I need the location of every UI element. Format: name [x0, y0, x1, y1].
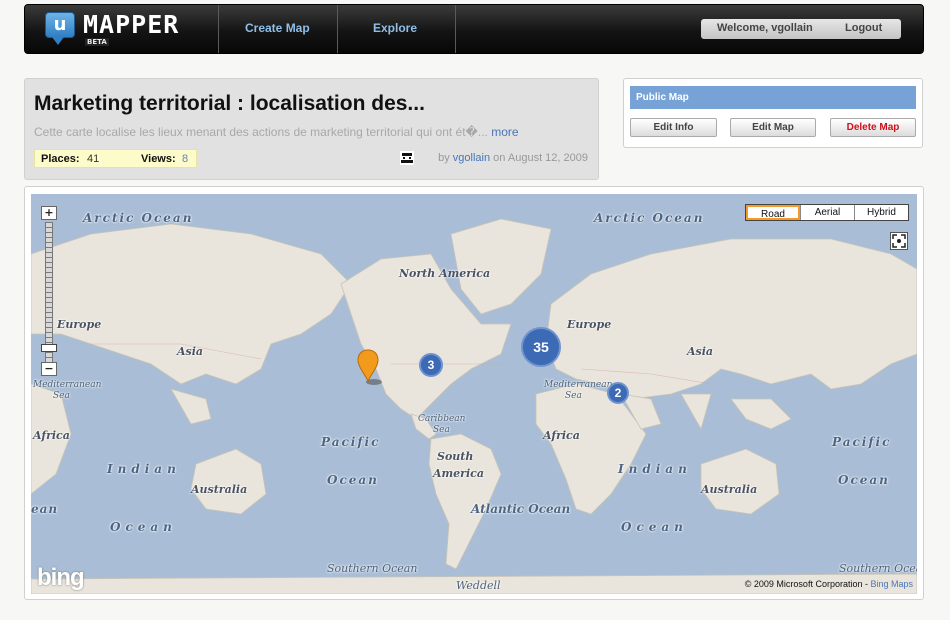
label-atlantic-ocean: Atlantic Ocean: [471, 502, 571, 516]
label-mediterranean-sea: Sea: [565, 391, 582, 401]
label-north-america: North America: [399, 267, 491, 280]
beta-badge: BETA: [85, 38, 109, 46]
nav-divider: [218, 5, 219, 53]
description-text: Cette carte localise les lieux menant de…: [34, 125, 488, 139]
bing-logo: bing: [37, 564, 85, 591]
map-type-hybrid[interactable]: Hybrid: [854, 205, 908, 220]
map-title: Marketing territorial : localisation des…: [34, 92, 425, 115]
label-south: South: [437, 450, 474, 463]
bing-maps-link[interactable]: Bing Maps: [870, 579, 913, 589]
map-cluster-marker[interactable]: 2: [607, 382, 629, 404]
label-caribbean: Caribbean: [418, 414, 466, 424]
map-description: Cette carte localise les lieux menant de…: [34, 125, 519, 139]
label-pacific-ocean: Ocean: [327, 473, 379, 487]
nav-divider: [337, 5, 338, 53]
places-label: Places:: [41, 153, 80, 165]
zoom-in-button[interactable]: +: [41, 206, 57, 220]
nav-create-map[interactable]: Create Map: [245, 21, 310, 35]
world-map-land: [31, 218, 917, 594]
label-weddell: Weddell: [456, 579, 501, 592]
map-pin-icon[interactable]: [357, 348, 383, 388]
edit-map-button[interactable]: Edit Map: [730, 118, 816, 137]
on-text: on: [493, 152, 506, 164]
map-panel: Arctic Ocean Arctic Ocean North America …: [24, 186, 924, 600]
map-cluster-marker[interactable]: 3: [419, 353, 443, 377]
nav-divider: [455, 5, 456, 53]
map-type-aerial[interactable]: Aerial: [800, 205, 854, 220]
created-date: August 12, 2009: [507, 152, 588, 164]
by-text: by: [438, 152, 450, 164]
label-africa: Africa: [543, 429, 580, 442]
map-copyright: © 2009 Microsoft Corporation - Bing Maps: [745, 579, 913, 589]
label-australia: Australia: [701, 483, 758, 496]
places-count: 41: [87, 153, 100, 165]
logo-u-mark: u: [45, 12, 75, 45]
logo-wordmark: MAPPER: [83, 10, 180, 39]
label-africa: Africa: [33, 429, 70, 442]
welcome-text: Welcome, vgollain: [717, 22, 813, 34]
author-byline: by vgollain on August 12, 2009: [438, 152, 588, 164]
visibility-status: Public Map: [630, 86, 916, 109]
label-pacific: Pacific: [321, 435, 381, 449]
fullscreen-icon[interactable]: [890, 232, 908, 250]
map-cluster-marker[interactable]: 35: [521, 327, 561, 367]
views-label: Views:: [141, 153, 176, 165]
label-arctic-ocean: Arctic Ocean: [83, 211, 194, 225]
more-link[interactable]: more: [491, 125, 518, 139]
top-navigation-bar: u MAPPER BETA Create Map Explore Welcome…: [24, 4, 924, 54]
map-viewport[interactable]: Arctic Ocean Arctic Ocean North America …: [31, 194, 917, 594]
label-mediterranean: Mediterranean: [544, 380, 613, 390]
label-asia: Asia: [687, 345, 714, 358]
label-southern-ocean: Southern Ocean: [839, 562, 917, 575]
label-australia: Australia: [191, 483, 248, 496]
label-mediterranean: Mediterranean: [33, 380, 102, 390]
label-ocean-fragment: ean: [31, 502, 59, 516]
umapper-logo[interactable]: u MAPPER BETA: [45, 10, 205, 50]
views-count: 8: [182, 153, 189, 165]
logout-link[interactable]: Logout: [845, 22, 882, 34]
label-europe: Europe: [567, 318, 612, 331]
label-south-america: America: [433, 467, 484, 480]
label-europe: Europe: [57, 318, 102, 331]
map-actions-panel: Public Map Edit Info Edit Map Delete Map: [623, 78, 923, 148]
map-stats: Places: 41 Views: 8: [34, 149, 197, 168]
copyright-text: © 2009 Microsoft Corporation -: [744, 579, 871, 589]
label-indian: Indian: [107, 462, 181, 476]
label-indian-ocean: Ocean: [621, 520, 688, 534]
label-caribbean-sea: Sea: [433, 425, 450, 435]
label-pacific: Pacific: [832, 435, 892, 449]
map-info-panel: Marketing territorial : localisation des…: [24, 78, 599, 180]
author-avatar-icon: [400, 151, 414, 165]
label-pacific-ocean: Ocean: [838, 473, 890, 487]
delete-map-button[interactable]: Delete Map: [830, 118, 916, 137]
author-link[interactable]: vgollain: [453, 152, 490, 164]
nav-explore[interactable]: Explore: [373, 21, 417, 35]
zoom-slider-thumb[interactable]: [41, 344, 57, 352]
label-southern-ocean: Southern Ocean: [327, 562, 418, 575]
edit-info-button[interactable]: Edit Info: [630, 118, 717, 137]
label-indian: Indian: [618, 462, 692, 476]
user-box: Welcome, vgollain Logout: [701, 19, 901, 39]
map-type-road[interactable]: Road: [746, 205, 800, 220]
zoom-out-button[interactable]: −: [41, 362, 57, 376]
map-type-selector: Road Aerial Hybrid: [745, 204, 909, 221]
label-mediterranean-sea: Sea: [53, 391, 70, 401]
label-indian-ocean: Ocean: [110, 520, 177, 534]
label-asia: Asia: [177, 345, 204, 358]
label-arctic-ocean: Arctic Ocean: [594, 211, 705, 225]
